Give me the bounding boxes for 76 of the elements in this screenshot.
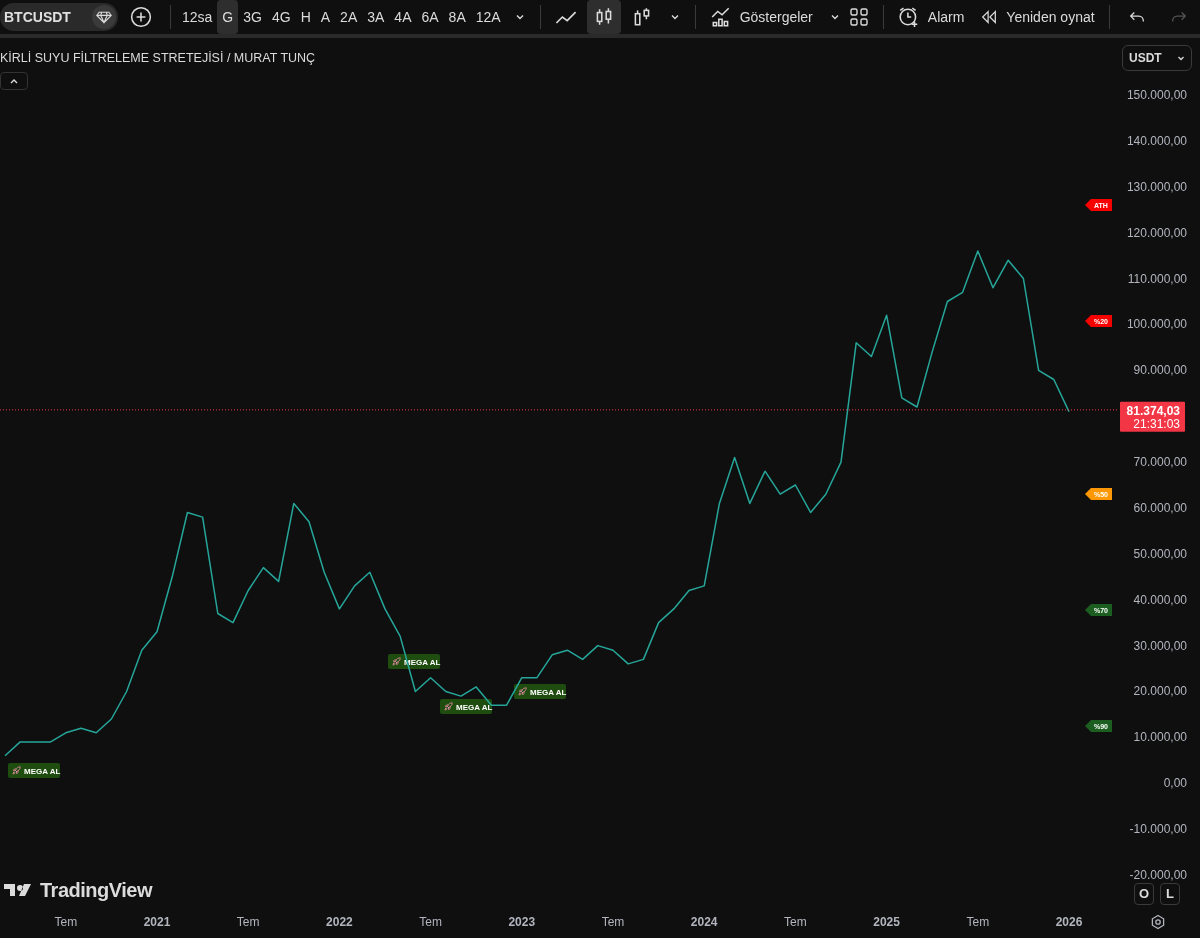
signal-tag: MEGA AL	[8, 763, 61, 778]
annotation: MEGA AL	[24, 767, 61, 776]
chart-type-button[interactable]	[586, 0, 621, 34]
interval-tab[interactable]: A	[315, 0, 336, 34]
collapse-button[interactable]	[0, 72, 28, 90]
current-price-tag: 81.374,03 21:31:03	[1120, 401, 1185, 432]
rocket-icon	[392, 657, 401, 666]
time-axis-label: 2025	[873, 915, 900, 929]
interval-tab[interactable]: 8A	[443, 0, 471, 34]
price-axis-label: 40.000,00	[1133, 592, 1187, 607]
annotation: MEGA AL	[404, 658, 441, 667]
time-axis-label: Tem	[966, 915, 990, 929]
price-axis-label: 130.000,00	[1126, 179, 1187, 194]
price-axis-label: 0,00	[1163, 776, 1187, 791]
time-axis-label: Tem	[419, 915, 442, 929]
add-icon[interactable]	[130, 6, 152, 28]
alarm-clock-icon[interactable]	[897, 6, 920, 28]
logo-icon	[4, 882, 34, 898]
diamond-icon[interactable]	[96, 9, 112, 25]
time-axis-label: Tem	[784, 915, 807, 929]
time-axis-label: Tem	[601, 915, 625, 929]
time-axis-label: 2021	[143, 915, 171, 929]
price-axis-label: 90.000,00	[1133, 363, 1187, 378]
annotation: MEGA AL	[530, 688, 567, 697]
alarm-button[interactable]: Alarm	[889, 0, 973, 34]
price-axis-label: 60.000,00	[1133, 500, 1187, 515]
indicators-button[interactable]: Göstergeler	[701, 0, 821, 34]
price-axis-label: 20.000,00	[1133, 684, 1187, 699]
interval-tab[interactable]: 12A	[470, 0, 506, 34]
time-axis-label: 2024	[690, 915, 718, 929]
price-axis-label: 140.000,00	[1126, 133, 1187, 148]
settings-icon[interactable]	[1150, 914, 1166, 930]
interval-tab[interactable]: 3A	[362, 0, 390, 34]
interval-tab[interactable]: 4G	[266, 0, 296, 34]
price-axis-label: 100.000,00	[1126, 317, 1187, 332]
rocket-icon	[444, 702, 453, 711]
price-axis-label: 30.000,00	[1133, 638, 1187, 653]
signal-tag: MEGA AL	[388, 654, 441, 669]
signal-tag: MEGA AL	[514, 684, 567, 699]
scale-button[interactable]: L	[1160, 883, 1180, 905]
replay-button[interactable]: Yeniden oynat	[972, 0, 1103, 34]
time-axis-label: Tem	[54, 915, 78, 929]
time-axis-label: Tem	[236, 915, 260, 929]
chevron-up-icon	[9, 77, 19, 85]
price-axis-label: 120.000,00	[1126, 225, 1187, 240]
interval-tab[interactable]: 4A	[389, 0, 417, 34]
annotation: MEGA AL	[456, 703, 493, 712]
price-axis-label: 70.000,00	[1133, 455, 1187, 470]
indicators-icon[interactable]	[709, 6, 732, 28]
interval-tab[interactable]: 2A	[335, 0, 363, 34]
price-axis-label: 110.000,00	[1127, 271, 1187, 286]
chart-title: KİRLİ SUYU FİLTRELEME STRETEJİSİ / MURAT TUNÇ	[0, 50, 316, 67]
rocket-icon	[518, 687, 527, 696]
price-axis-label: 10.000,00	[1133, 730, 1187, 745]
interval-tab[interactable]: 12sa	[177, 0, 218, 34]
interval-tab[interactable]: G	[217, 0, 239, 34]
chevron-down-icon	[1177, 54, 1185, 62]
symbol-search[interactable]: BTCUSDT	[0, 3, 118, 31]
ref-line-label: 81.374,03	[1126, 403, 1181, 418]
price-axis-label: 150.000,00	[1126, 88, 1187, 102]
layout-grid-icon[interactable]	[848, 7, 869, 27]
interval-tab[interactable]: 3G	[238, 0, 267, 34]
time-axis-label: 2023	[508, 915, 536, 929]
scale-button[interactable]: O	[1134, 883, 1154, 905]
time-axis-label: 2022	[326, 915, 353, 929]
interval-tab[interactable]: 6A	[416, 0, 444, 34]
signal-tag: MEGA AL	[440, 699, 493, 714]
logo-text: TradingView	[40, 878, 152, 903]
price-axis-label: 50.000,00	[1133, 546, 1187, 561]
currency-dropdown[interactable]: USDT	[1122, 45, 1192, 71]
time-axis-label: 2026	[1055, 915, 1083, 929]
price-axis-label: -20.000,00	[1129, 868, 1187, 882]
interval-tab[interactable]: H	[295, 0, 316, 34]
rewind-icon[interactable]	[980, 8, 999, 26]
rocket-icon	[12, 766, 21, 775]
price-axis-label: -10.000,00	[1129, 822, 1187, 837]
